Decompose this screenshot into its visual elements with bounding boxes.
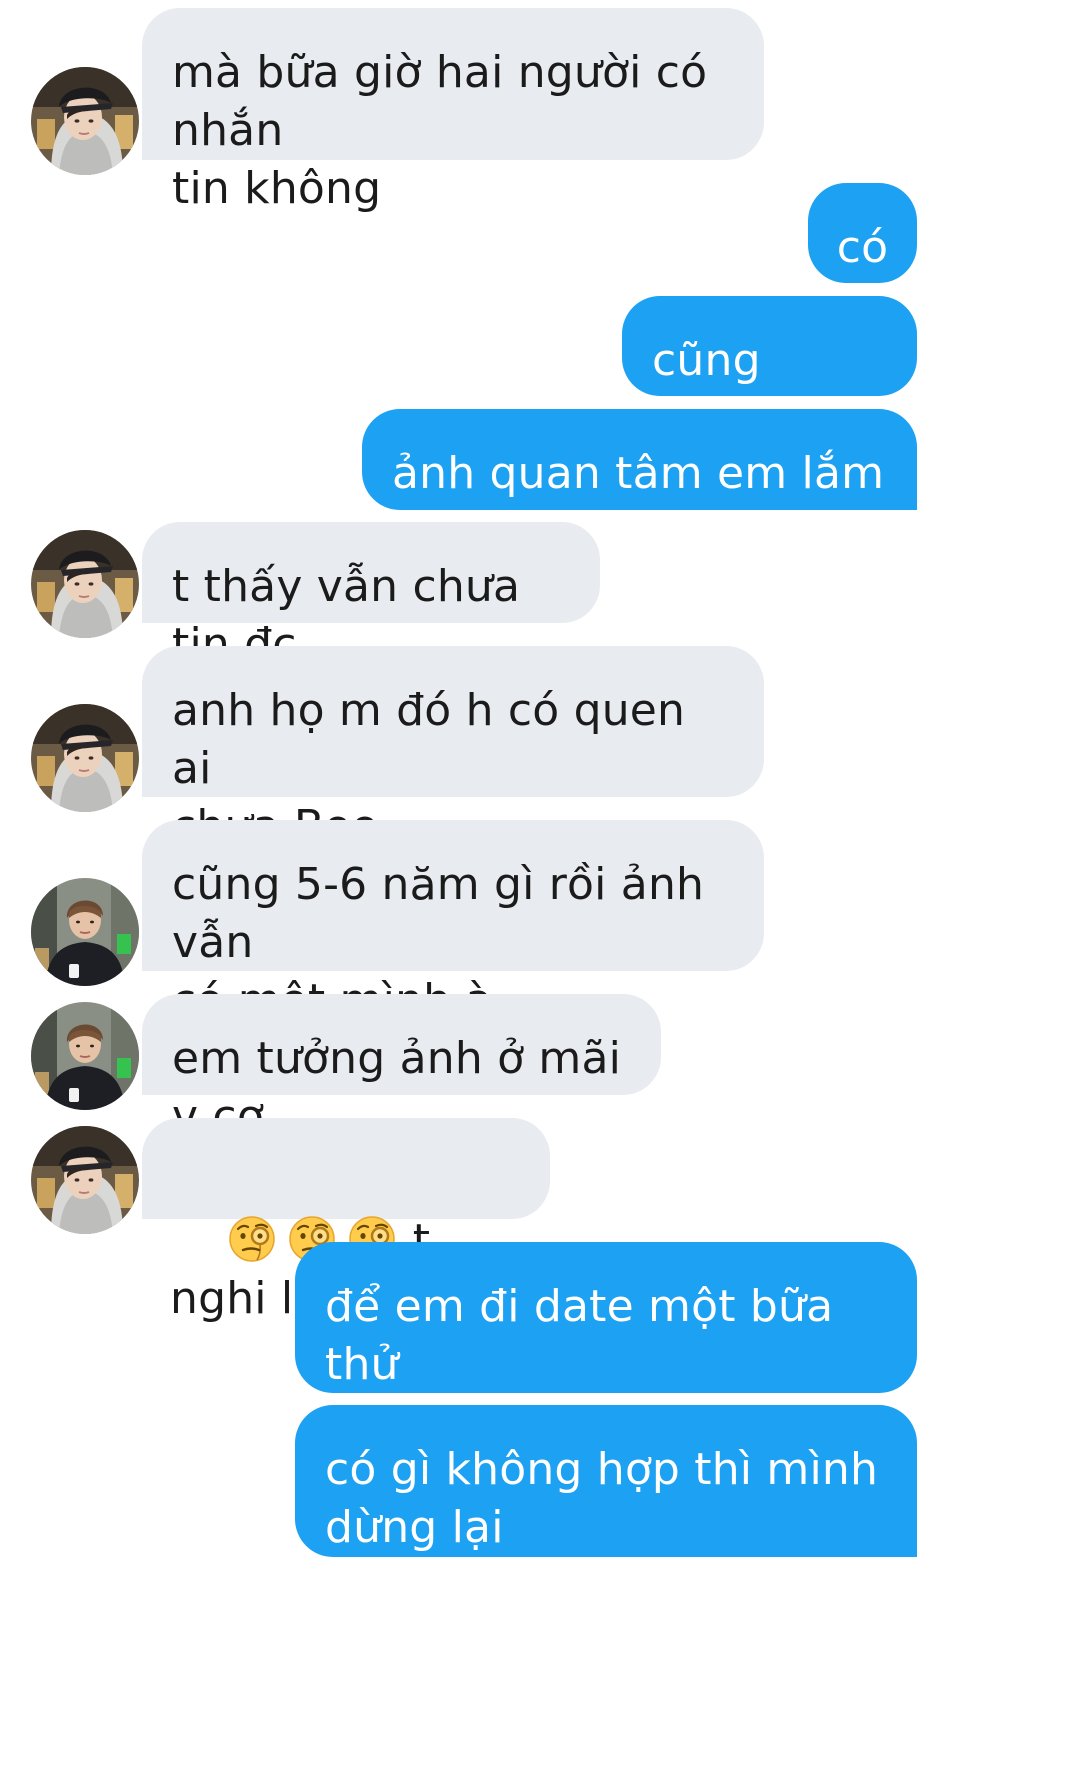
outgoing-message-bubble[interactable]: ảnh quan tâm em lắm luôn (362, 409, 917, 557)
incoming-message-bubble[interactable]: em tưởng ảnh ở mãi v cơ (142, 994, 661, 1142)
incoming-message-bubble[interactable]: cũng 5-6 năm gì rồi ảnh vẫn có một mình … (142, 820, 764, 1026)
incoming-message-bubble[interactable]: t thấy vẫn chưa tin đc (142, 522, 600, 670)
avatar-image (31, 704, 139, 812)
outgoing-message-bubble[interactable]: để em đi date một bữa thử xem sao (295, 1242, 917, 1448)
incoming-message-bubble[interactable]: anh họ m đó h có quen ai chưa Boo (142, 646, 764, 852)
avatar-image (31, 1126, 139, 1234)
avatar-image (31, 67, 139, 175)
incoming-message-bubble[interactable]: mà bữa giờ hai người có nhắn tin không (142, 8, 764, 214)
outgoing-message-bubble[interactable]: có gì không hợp thì mình dừng lại (295, 1405, 917, 1557)
incoming-message-bubble[interactable]: t nghi lắm (142, 1118, 550, 1324)
contact-avatar[interactable] (31, 530, 139, 638)
contact-avatar[interactable] (31, 704, 139, 812)
avatar-image (31, 878, 139, 986)
contact-avatar[interactable] (31, 878, 139, 986)
outgoing-message-bubble[interactable]: cũng nhiều á (622, 296, 917, 444)
avatar-image (31, 1002, 139, 1110)
face-with-monocle-icon (227, 1214, 277, 1264)
contact-avatar[interactable] (31, 1002, 139, 1110)
message-thread[interactable]: mà bữa giờ hai người có nhắn tin không c… (0, 0, 1080, 1785)
outgoing-message-bubble[interactable]: có (808, 183, 917, 283)
avatar-image (31, 530, 139, 638)
contact-avatar[interactable] (31, 67, 139, 175)
contact-avatar[interactable] (31, 1126, 139, 1234)
